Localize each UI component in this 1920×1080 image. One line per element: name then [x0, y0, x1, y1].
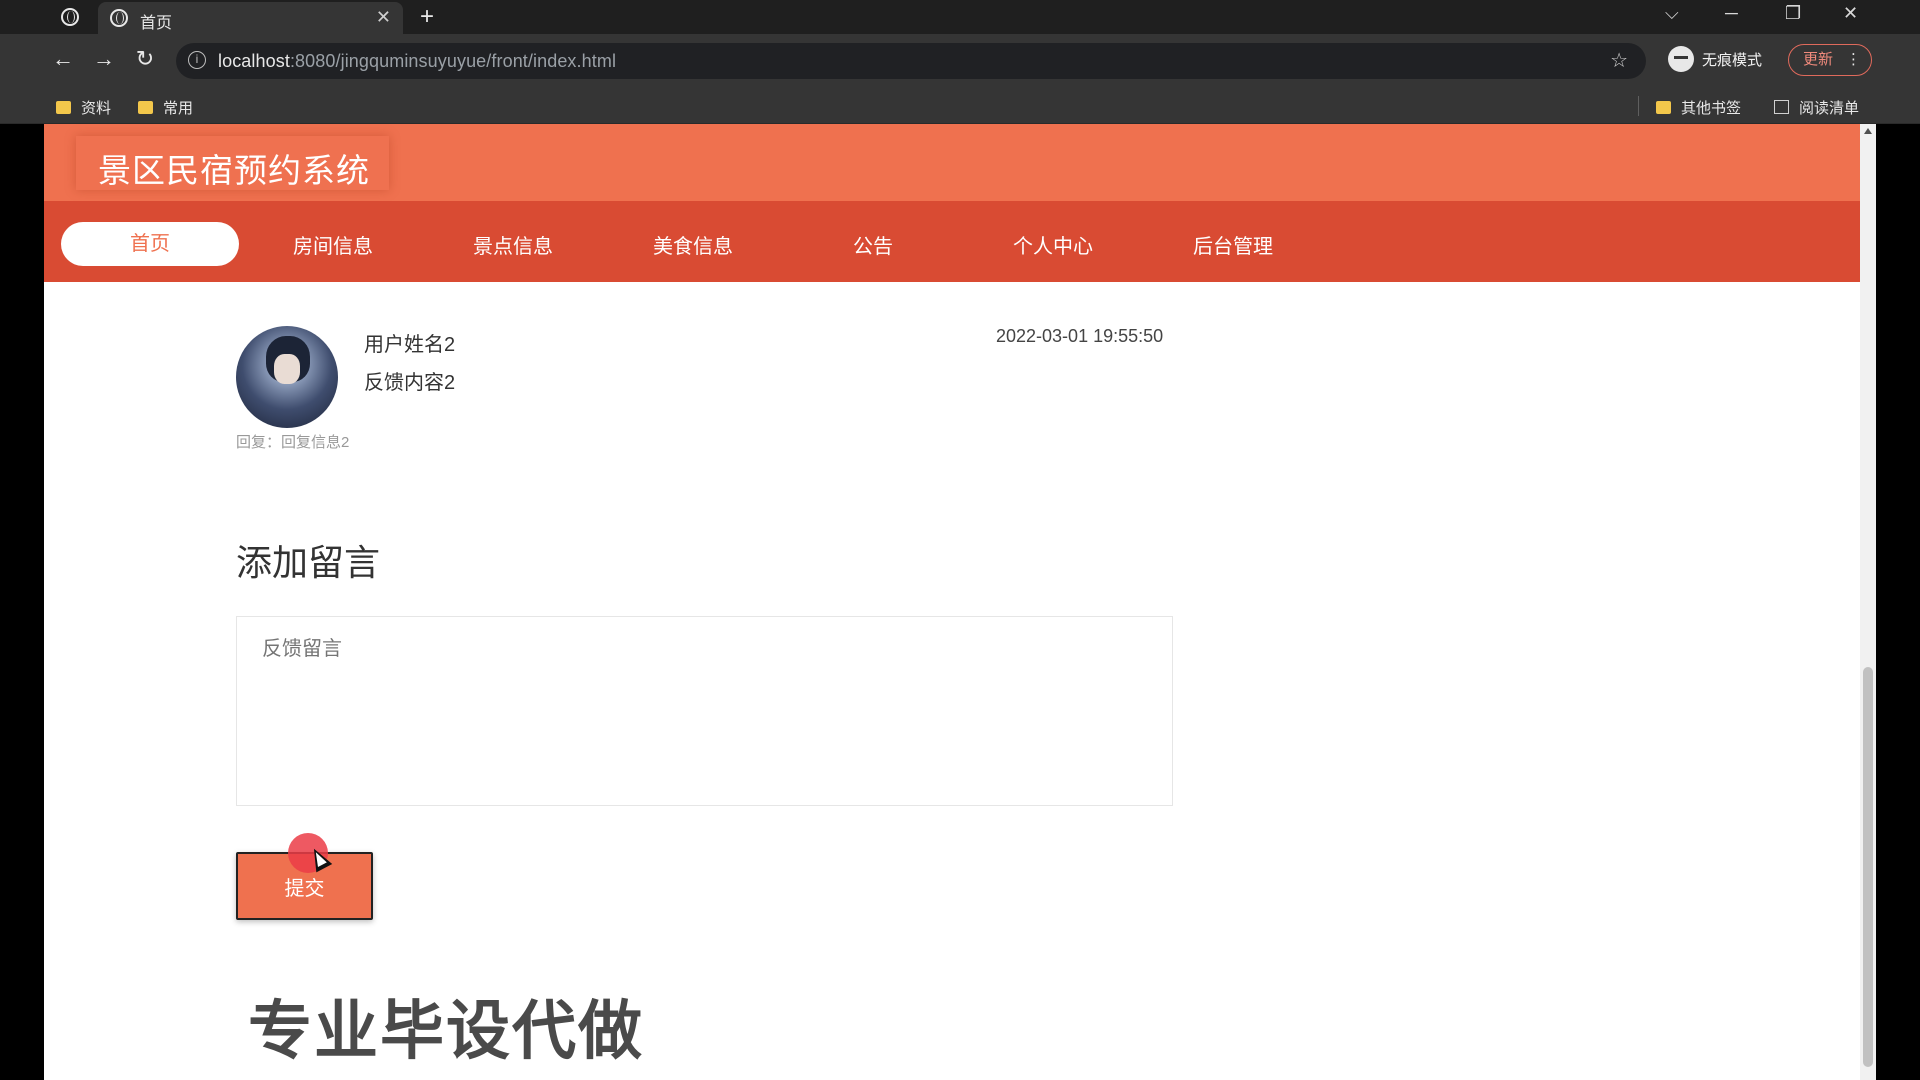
menu-dots-icon[interactable]: ⋮: [1846, 45, 1861, 74]
page-viewport: 景区民宿预约系统 首页 房间信息 景点信息 美食信息 公告 个人中心 后台管理 …: [44, 124, 1860, 1080]
bookmark-star-icon[interactable]: ☆: [1610, 48, 1628, 73]
nav-announcements[interactable]: 公告: [803, 230, 943, 259]
feedback-reply: 回复：回复信息2: [236, 434, 350, 451]
folder-icon: [1656, 100, 1671, 114]
forward-icon[interactable]: →: [90, 46, 118, 72]
nav-food[interactable]: 美食信息: [623, 230, 763, 259]
scroll-thumb[interactable]: [1863, 667, 1873, 1067]
reload-icon[interactable]: ↻: [131, 46, 159, 72]
update-label: 更新: [1803, 51, 1834, 68]
nav-attractions[interactable]: 景点信息: [443, 230, 583, 259]
other-bookmarks[interactable]: 其他书签: [1656, 97, 1741, 118]
url-host: localhost: [218, 51, 290, 71]
feedback-timestamp: 2022-03-01 19:55:50: [996, 326, 1164, 346]
address-bar[interactable]: i localhost:8080/jingquminsuyuyue/front/…: [176, 43, 1646, 79]
nav-rooms[interactable]: 房间信息: [263, 230, 403, 259]
add-message-title: 添加留言: [236, 542, 381, 583]
site-nav: 首页 房间信息 景点信息 美食信息 公告 个人中心 后台管理: [44, 201, 1860, 282]
minimize-icon[interactable]: ─: [1725, 3, 1738, 24]
message-input[interactable]: [236, 616, 1173, 806]
tab-favicon-icon: [110, 9, 128, 27]
site-title: 景区民宿预约系统: [98, 152, 370, 189]
bookmark-folder-1[interactable]: 资料: [56, 97, 111, 118]
incognito-icon: [1668, 46, 1694, 72]
browser-toolbar: ← → ↻ i localhost:8080/jingquminsuyuyue/…: [0, 34, 1920, 88]
browser-globe-icon: [61, 8, 79, 26]
folder-icon: [138, 100, 153, 114]
watermark-text: 专业毕设代做: [248, 995, 644, 1069]
reading-list-label: 阅读清单: [1799, 100, 1860, 117]
incognito-label: 无痕模式: [1702, 51, 1763, 69]
tab-title: 首页: [140, 15, 173, 32]
scroll-up-icon[interactable]: [1864, 128, 1872, 134]
site-header: 景区民宿预约系统: [44, 124, 1860, 201]
folder-icon: [56, 100, 71, 114]
bookmarks-divider: [1638, 96, 1639, 116]
reading-list[interactable]: 阅读清单: [1774, 97, 1859, 118]
new-tab-icon[interactable]: +: [420, 3, 434, 31]
feedback-user-name: 用户姓名2: [364, 334, 456, 356]
restore-icon[interactable]: ❐: [1785, 3, 1801, 24]
update-button[interactable]: 更新 ⋮: [1788, 44, 1872, 76]
site-info-icon[interactable]: i: [188, 51, 206, 69]
nav-profile[interactable]: 个人中心: [983, 230, 1123, 259]
bookmarks-bar: 资料 常用 其他书签 阅读清单: [0, 88, 1920, 124]
url-text: localhost:8080/jingquminsuyuyue/front/in…: [218, 51, 616, 72]
bookmark-folder-2[interactable]: 常用: [138, 97, 193, 118]
bookmark-label: 资料: [81, 100, 112, 117]
nav-admin[interactable]: 后台管理: [1163, 230, 1303, 259]
page-scrollbar[interactable]: [1860, 124, 1876, 1080]
nav-home[interactable]: 首页: [61, 222, 239, 266]
back-icon[interactable]: ←: [49, 46, 77, 72]
tab-close-icon[interactable]: ✕: [376, 7, 391, 28]
close-window-icon[interactable]: ✕: [1843, 3, 1858, 24]
avatar: [236, 326, 338, 428]
browser-tab[interactable]: 首页 ✕: [98, 2, 403, 34]
feedback-content: 反馈内容2: [364, 372, 456, 394]
tab-search-icon[interactable]: ⌵: [1665, 3, 1679, 24]
reading-list-icon: [1774, 100, 1789, 115]
other-bookmarks-label: 其他书签: [1681, 100, 1742, 117]
incognito-indicator[interactable]: 无痕模式: [1668, 46, 1763, 74]
browser-tab-bar: 首页 ✕ + ⌵ ─ ❐ ✕: [0, 0, 1920, 34]
url-path: :8080/jingquminsuyuyue/front/index.html: [289, 51, 617, 71]
bookmark-label: 常用: [163, 100, 194, 117]
